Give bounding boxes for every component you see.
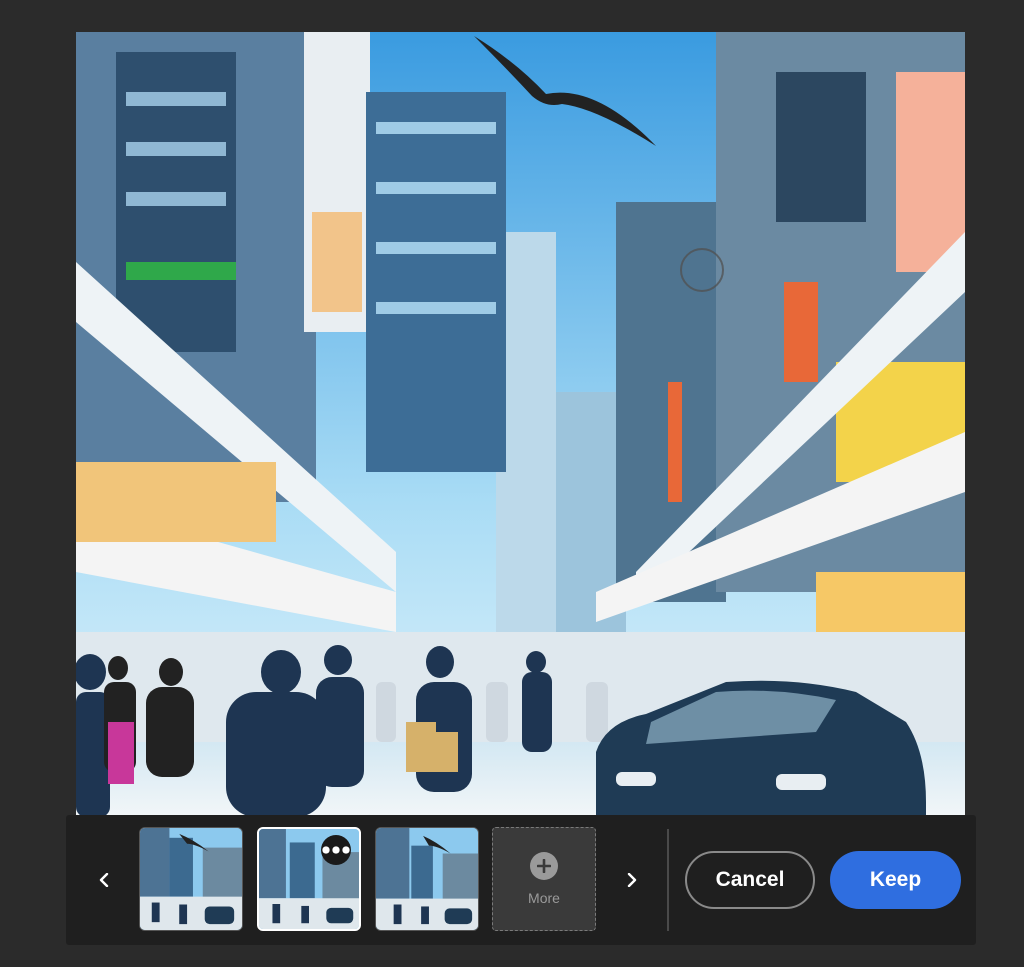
chevron-right-icon[interactable] [618, 863, 646, 897]
more-options-icon[interactable] [321, 835, 351, 865]
variation-thumbnail-1[interactable] [139, 827, 243, 931]
street-scene-image [76, 32, 965, 817]
plus-circle-icon [530, 852, 558, 880]
chevron-left-icon[interactable] [90, 863, 118, 897]
more-label: More [528, 890, 560, 906]
generated-image[interactable] [76, 32, 965, 817]
keep-button[interactable]: Keep [830, 851, 961, 909]
variations-bar: More Cancel Keep [66, 815, 976, 945]
variation-thumbnail-3[interactable] [375, 827, 479, 931]
variation-thumbnail-icon [140, 828, 242, 930]
cancel-button[interactable]: Cancel [685, 851, 815, 909]
variation-thumbnail-icon [376, 828, 478, 930]
more-variations-button[interactable]: More [492, 827, 596, 931]
generative-variations-view: More Cancel Keep [0, 0, 1024, 967]
divider [667, 829, 669, 931]
variation-thumbnail-2[interactable] [257, 827, 361, 931]
